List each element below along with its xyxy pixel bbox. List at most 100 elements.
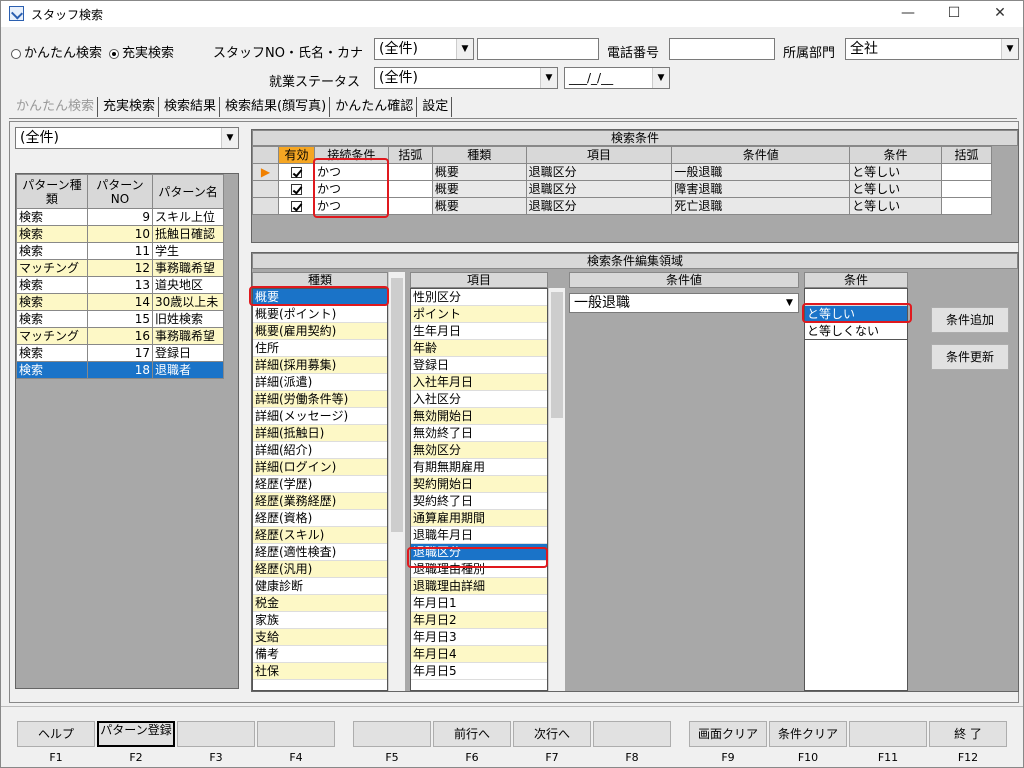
cell[interactable] xyxy=(387,163,433,181)
list-item[interactable]: 入社区分 xyxy=(411,391,547,408)
list-item[interactable]: 退職理由詳細 xyxy=(411,578,547,595)
list-item[interactable]: 詳細(労働条件等) xyxy=(253,391,387,408)
f10-clear-conditions-button[interactable]: 条件クリア xyxy=(769,721,847,747)
list-item[interactable] xyxy=(805,289,907,306)
list-item-selected[interactable]: 概要 xyxy=(253,289,387,306)
scroll-thumb[interactable] xyxy=(551,292,563,418)
maximize-button[interactable]: ☐ xyxy=(931,1,977,27)
name-filter-combo[interactable]: (全件) ▼ xyxy=(374,38,474,60)
list-item[interactable]: 詳細(ログイン) xyxy=(253,459,387,476)
list-item[interactable]: 無効開始日 xyxy=(411,408,547,425)
minimize-button[interactable]: — xyxy=(885,1,931,27)
list-item[interactable]: 年月日1 xyxy=(411,595,547,612)
list-item[interactable]: 契約終了日 xyxy=(411,493,547,510)
list-item[interactable]: 年齢 xyxy=(411,340,547,357)
tab-simple-search[interactable]: かんたん検索 xyxy=(13,97,99,117)
f3-button[interactable] xyxy=(177,721,255,747)
list-item-selected[interactable]: 退職区分 xyxy=(411,544,547,561)
add-condition-button[interactable]: 条件追加 xyxy=(931,307,1009,333)
table-row[interactable]: 検索 15 旧姓検索 xyxy=(16,310,224,328)
list-item[interactable]: 詳細(採用募集) xyxy=(253,357,387,374)
list-item[interactable]: 年月日2 xyxy=(411,612,547,629)
list-item[interactable]: 社保 xyxy=(253,663,387,680)
item-scrollbar[interactable] xyxy=(548,288,565,691)
list-item[interactable]: 経歴(スキル) xyxy=(253,527,387,544)
list-item[interactable]: 退職理由種別 xyxy=(411,561,547,578)
list-item[interactable]: 経歴(学歴) xyxy=(253,476,387,493)
chevron-down-icon[interactable]: ▼ xyxy=(540,68,557,88)
kind-list[interactable]: 概要 概要(ポイント) 概要(雇用契約) 住所 詳細(採用募集) 詳細(派遣) … xyxy=(252,288,388,691)
name-search-input[interactable] xyxy=(477,38,599,60)
tab-full-search[interactable]: 充実検索 xyxy=(100,97,160,117)
cell[interactable] xyxy=(940,180,993,198)
f1-help-button[interactable]: ヘルプ xyxy=(17,721,95,747)
list-item[interactable]: 退職年月日 xyxy=(411,527,547,544)
list-item[interactable]: 家族 xyxy=(253,612,387,629)
scroll-thumb[interactable] xyxy=(391,278,403,532)
radio-simple-search[interactable]: かんたん検索 xyxy=(11,42,102,61)
list-item[interactable]: 年月日5 xyxy=(411,663,547,680)
list-item[interactable]: 経歴(業務経歴) xyxy=(253,493,387,510)
radio-full-search[interactable]: 充実検索 xyxy=(109,42,174,61)
list-item[interactable]: と等しくない xyxy=(805,323,907,339)
list-item[interactable]: 経歴(資格) xyxy=(253,510,387,527)
enabled-checkbox[interactable] xyxy=(277,163,315,181)
list-item[interactable]: 性別区分 xyxy=(411,289,547,306)
date-picker[interactable]: ___/_/__ ▼ xyxy=(564,67,670,89)
table-row[interactable]: 検索 13 道央地区 xyxy=(16,276,224,294)
table-row[interactable]: 検索 17 登録日 xyxy=(16,344,224,362)
f11-button[interactable] xyxy=(849,721,927,747)
list-item[interactable]: 無効区分 xyxy=(411,442,547,459)
list-item[interactable]: 契約開始日 xyxy=(411,476,547,493)
table-row[interactable]: ▶ かつ 概要 退職区分 一般退職 と等しい xyxy=(252,163,993,181)
table-row[interactable]: かつ 概要 退職区分 障害退職 と等しい xyxy=(252,180,993,198)
enabled-checkbox[interactable] xyxy=(277,197,315,215)
list-item[interactable]: 年月日3 xyxy=(411,629,547,646)
close-button[interactable]: ✕ xyxy=(977,1,1023,27)
list-item[interactable]: 入社年月日 xyxy=(411,374,547,391)
list-item[interactable]: 無効終了日 xyxy=(411,425,547,442)
list-item[interactable]: ポイント xyxy=(411,306,547,323)
list-item[interactable]: 詳細(メッセージ) xyxy=(253,408,387,425)
f9-clear-screen-button[interactable]: 画面クリア xyxy=(689,721,767,747)
list-item[interactable]: 支給 xyxy=(253,629,387,646)
f5-button[interactable] xyxy=(353,721,431,747)
cell[interactable]: かつ xyxy=(313,163,389,181)
chevron-down-icon[interactable]: ▼ xyxy=(1001,39,1018,59)
chevron-down-icon[interactable]: ▼ xyxy=(781,294,798,312)
cell[interactable] xyxy=(940,163,993,181)
tab-results[interactable]: 検索結果 xyxy=(161,97,221,117)
status-combo[interactable]: (全件) ▼ xyxy=(374,67,558,89)
value-combo[interactable]: 一般退職 ▼ xyxy=(569,293,799,313)
dept-combo[interactable]: 全社 ▼ xyxy=(845,38,1019,60)
table-row-selected[interactable]: 検索 18 退職者 xyxy=(16,361,224,379)
chevron-down-icon[interactable]: ▼ xyxy=(652,68,669,88)
list-item[interactable]: 年月日4 xyxy=(411,646,547,663)
f6-prev-row-button[interactable]: 前行へ xyxy=(433,721,511,747)
f4-button[interactable] xyxy=(257,721,335,747)
condition-list[interactable]: と等しい と等しくない xyxy=(804,288,908,340)
table-row[interactable]: 検索 14 30歳以上未 xyxy=(16,293,224,311)
list-item[interactable]: 経歴(適性検査) xyxy=(253,544,387,561)
list-item[interactable]: 有期無期雇用 xyxy=(411,459,547,476)
list-item[interactable]: 登録日 xyxy=(411,357,547,374)
enabled-checkbox[interactable] xyxy=(277,180,315,198)
cell[interactable]: かつ xyxy=(313,197,389,215)
list-item-selected[interactable]: と等しい xyxy=(805,306,907,323)
list-item[interactable]: 住所 xyxy=(253,340,387,357)
chevron-down-icon[interactable]: ▼ xyxy=(221,128,238,148)
cell[interactable] xyxy=(387,197,433,215)
f7-next-row-button[interactable]: 次行へ xyxy=(513,721,591,747)
cell[interactable] xyxy=(940,197,993,215)
chevron-down-icon[interactable]: ▼ xyxy=(456,39,473,59)
list-item[interactable]: 生年月日 xyxy=(411,323,547,340)
list-item[interactable]: 概要(雇用契約) xyxy=(253,323,387,340)
item-list[interactable]: 性別区分 ポイント 生年月日 年齢 登録日 入社年月日 入社区分 無効開始日 無… xyxy=(410,288,548,691)
list-item[interactable]: 詳細(抵触日) xyxy=(253,425,387,442)
update-condition-button[interactable]: 条件更新 xyxy=(931,344,1009,370)
list-item[interactable]: 通算雇用期間 xyxy=(411,510,547,527)
table-row[interactable]: マッチング 16 事務職希望 xyxy=(16,327,224,345)
f8-button[interactable] xyxy=(593,721,671,747)
f12-exit-button[interactable]: 終 了 xyxy=(929,721,1007,747)
list-item[interactable]: 詳細(派遣) xyxy=(253,374,387,391)
